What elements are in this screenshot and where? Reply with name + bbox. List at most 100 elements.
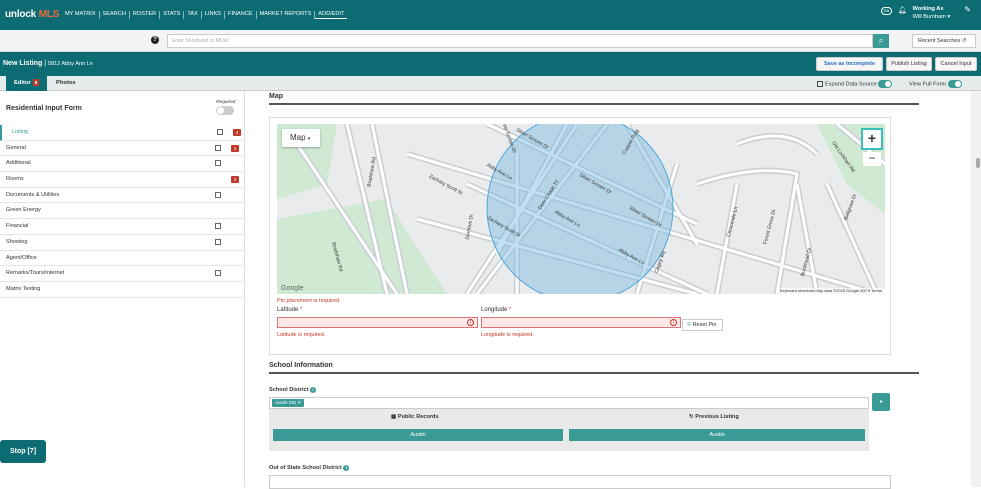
google-logo: Google	[281, 285, 304, 292]
section-list: Listing 4 General 2 Additional Rooms 2 Document…	[0, 125, 245, 298]
font-size-icon[interactable]: Aa	[880, 7, 892, 15]
tab-photos[interactable]: Photos	[48, 76, 84, 91]
error-count-badge: 2	[231, 144, 239, 152]
listing-title: New Listing | 5812 Abby Ann Ln	[3, 60, 93, 67]
data-source-icon	[215, 270, 221, 277]
pin-error: Pin placement is required.	[277, 298, 341, 304]
info-icon[interactable]: i	[343, 465, 350, 471]
sidebar-item-remarks-tours-internet[interactable]: Remarks/Tours/Internet	[0, 266, 245, 282]
reset-pin-button[interactable]: ⚲ Reset Pin	[682, 319, 723, 331]
sidebar-item-showing[interactable]: Showing	[0, 235, 245, 251]
latitude-label: Latitude *	[277, 307, 303, 313]
sidebar-item-green-energy[interactable]: Green Energy	[0, 203, 245, 220]
district-chip: Austin ISD ✕	[272, 399, 305, 407]
latitude-input[interactable]: !	[277, 317, 478, 328]
sidebar-item-financial[interactable]: Financial	[0, 219, 245, 235]
view-full-form[interactable]: View Full Form	[909, 80, 964, 88]
sidebar-item-label: Additional	[6, 160, 31, 167]
data-source-icon	[217, 129, 223, 135]
cancel-input-button[interactable]: Cancel Input	[935, 57, 977, 71]
longitude-label: Longitude *	[481, 307, 512, 313]
search-bar: ? Enter Shorthand or MLS# ⌕ Recent Searc…	[0, 30, 981, 52]
view-full-toggle[interactable]	[947, 80, 962, 88]
map-footer[interactable]: Keyboard shortcuts Map data ©2025 Google…	[776, 288, 885, 294]
sidebar-item-label: Showing	[6, 238, 28, 245]
expand-checkbox[interactable]	[817, 81, 823, 87]
sidebar-item-documents-utilities[interactable]: Documents & Utilities	[0, 188, 245, 204]
tab-editor[interactable]: Editor 8	[6, 76, 48, 91]
sidebar-item-matrix-testing[interactable]: Matrix Testing	[0, 282, 245, 298]
required-toggle[interactable]: Required	[216, 100, 235, 115]
help-icon[interactable]: ?	[151, 36, 159, 44]
zoom-in-button[interactable]: +	[861, 128, 883, 150]
search-button[interactable]: ⌕	[873, 34, 889, 48]
sidebar-item-label: Documents & Utilities	[6, 191, 60, 198]
nav-tax[interactable]: TAX	[184, 11, 202, 19]
nav-links[interactable]: LINKS	[202, 11, 226, 19]
editor-badge: 8	[32, 79, 40, 86]
sidebar-item-label: Green Energy	[6, 207, 41, 214]
map-view[interactable]: Silver Screen Dr Silver Screen Dr Abby A…	[277, 124, 885, 294]
pin-icon: ⚲	[687, 322, 692, 328]
save-incomplete-button[interactable]: Save as Incomplete	[816, 57, 883, 71]
data-source-icon	[215, 223, 221, 230]
public-records-value-button[interactable]: Austin	[273, 429, 563, 441]
error-count-badge: 2	[231, 176, 239, 184]
sidebar-item-additional[interactable]: Additional	[0, 156, 245, 173]
zoom-out-button[interactable]: −	[863, 152, 881, 166]
nav-stats[interactable]: STATS	[160, 11, 185, 19]
main-menu: MY MATRIX SEARCH ROSTER STATS TAX LINKS …	[62, 11, 348, 19]
scrollbar[interactable]	[971, 91, 981, 487]
stop-button[interactable]: Stop [7]	[0, 440, 46, 463]
nav-my-matrix[interactable]: MY MATRIX	[62, 11, 100, 19]
sidebar-item-label: Rooms	[6, 176, 24, 183]
publish-listing-button[interactable]: Publish Listing	[886, 57, 932, 71]
info-icon[interactable]: i	[310, 387, 317, 393]
error-icon: !	[670, 319, 677, 326]
sidebar-item-listing[interactable]: Listing 4	[0, 125, 245, 141]
previous-listing-header: ↻ Previous Listing	[689, 414, 739, 420]
recent-searches-button[interactable]: Recent Searches ↺	[912, 34, 976, 48]
sidebar-item-label: Listing	[12, 129, 29, 135]
caret-down-icon: ▾	[307, 136, 311, 142]
nav-search[interactable]: SEARCH	[100, 11, 130, 19]
nav-add-edit[interactable]: ADD/EDIT	[315, 11, 348, 19]
sidebar-item-agent-office[interactable]: Agent/Office	[0, 251, 245, 267]
brand-logo[interactable]: unlock MLS	[5, 9, 59, 20]
expand-toggle[interactable]	[878, 80, 893, 88]
search-icon: ⌕	[878, 36, 884, 45]
map-canvas	[277, 124, 885, 294]
editor-tabs: Editor 8 Photos Expand Data Source View F…	[0, 76, 981, 91]
sidebar-item-label: Financial	[6, 223, 29, 230]
sidebar-item-label: General	[6, 144, 26, 151]
sidebar-item-rooms[interactable]: Rooms 2	[0, 172, 245, 188]
sidebar-item-label: Matrix Testing	[6, 285, 41, 292]
data-source-icon	[215, 238, 221, 245]
error-count-badge: 4	[233, 129, 241, 136]
history-icon: ↻	[689, 414, 694, 420]
history-icon: ↺	[961, 38, 967, 44]
expand-data-source[interactable]: Expand Data Source	[817, 80, 894, 88]
bell-icon[interactable]: 🔔︎	[898, 6, 907, 14]
out-of-state-label: Out of State School District i	[269, 465, 350, 471]
search-input[interactable]: Enter Shorthand or MLS#	[167, 34, 873, 48]
working-as[interactable]: Working As Will Burnham ▾	[913, 5, 951, 21]
edit-icon[interactable]: ✎	[964, 5, 971, 14]
nav-roster[interactable]: ROSTER	[130, 11, 161, 19]
previous-listing-value-button[interactable]: Austin	[569, 429, 865, 441]
sidebar-item-general[interactable]: General 2	[0, 141, 245, 157]
listing-header: New Listing | 5812 Abby Ann Ln Save as I…	[0, 52, 981, 76]
remove-icon[interactable]: ✕	[298, 400, 302, 405]
longitude-input[interactable]: !	[481, 317, 681, 328]
nav-market-reports[interactable]: MARKET REPORTS	[257, 11, 316, 19]
map-section-title: Map	[269, 93, 919, 105]
school-district-input[interactable]: Austin ISD ✕	[269, 397, 869, 409]
map-card: Silver Screen Dr Silver Screen Dr Abby A…	[269, 117, 891, 355]
form-title: Residential Input Form	[6, 105, 82, 112]
account-area: Aa 🔔︎ Working As Will Burnham ▾ ✎	[880, 5, 971, 21]
nav-finance[interactable]: FINANCE	[225, 11, 257, 19]
main-form: Map Silver Screen Dr Silver Screen Dr Ab…	[245, 91, 971, 489]
map-type-button[interactable]: Map ▾	[282, 129, 320, 147]
longitude-error: Longitude is required.	[481, 332, 534, 338]
save-icon[interactable]: ▪	[872, 393, 890, 411]
